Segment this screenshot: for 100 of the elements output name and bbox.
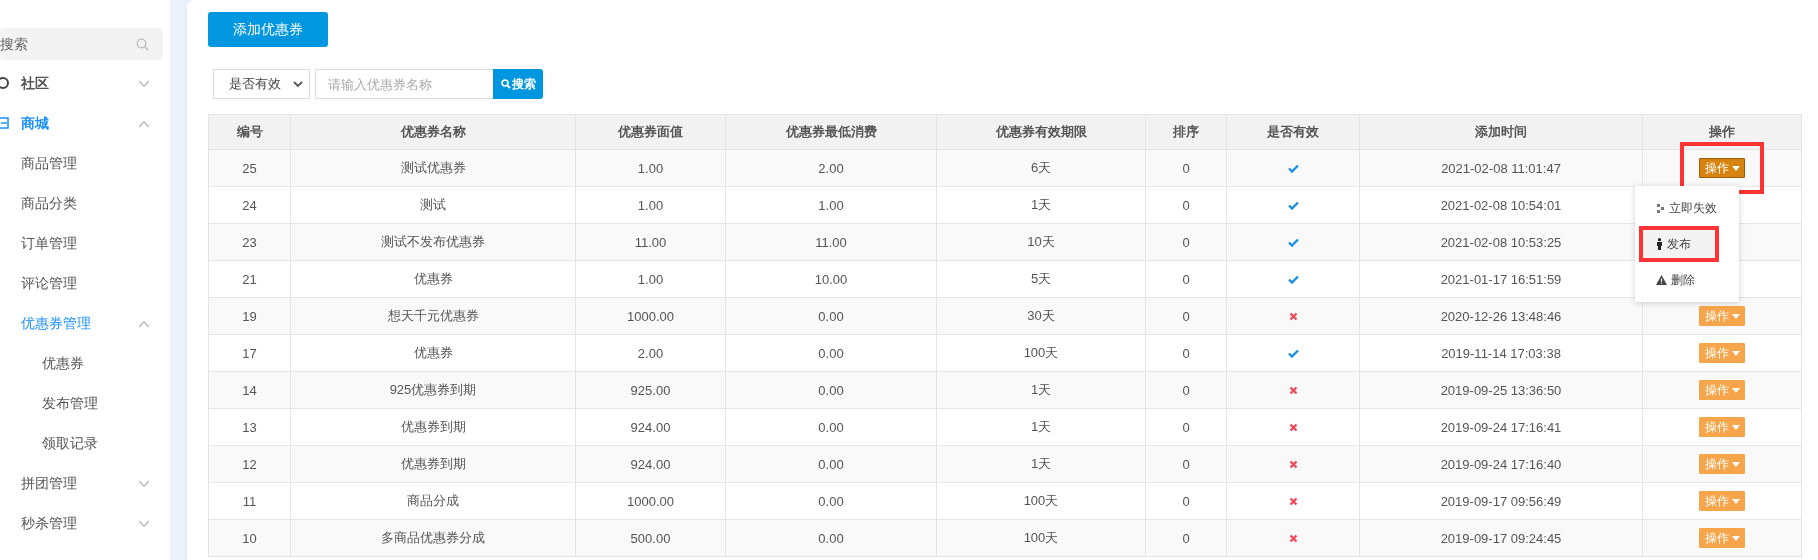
menu-item[interactable]: 发布管理 xyxy=(42,395,98,413)
table-cell: 0.00 xyxy=(725,371,937,409)
table-cell: 0 xyxy=(1145,408,1227,446)
chat-icon xyxy=(0,77,12,89)
menu-item[interactable]: 发布 xyxy=(1639,226,1719,262)
coupon-name-field[interactable]: 请输入优惠券名称 xyxy=(315,69,493,99)
menu-item[interactable]: 秒杀管理 xyxy=(21,515,77,533)
chevron-down-icon[interactable] xyxy=(138,80,150,88)
table-cell: 2019-09-25 13:36:50 xyxy=(1359,371,1643,409)
table-cell: 14 xyxy=(208,371,291,409)
table-cell: 100天 xyxy=(936,519,1146,557)
table-cell: 1.00 xyxy=(725,186,937,224)
table-cell: 2021-02-08 11:01:47 xyxy=(1359,149,1643,187)
validity-select[interactable]: 是否有效 xyxy=(213,69,310,99)
table-cell: 0.00 xyxy=(725,482,937,520)
table-cell: 优惠券 xyxy=(290,260,576,298)
table-cell: 0 xyxy=(1145,334,1227,372)
table-cell: 10.00 xyxy=(725,260,937,298)
caret-icon xyxy=(1732,424,1740,430)
column-header: 是否有效 xyxy=(1226,114,1360,150)
search-field[interactable]: 搜索 xyxy=(0,28,163,60)
puzzle-icon xyxy=(1656,202,1665,214)
menu-item[interactable]: 商品分类 xyxy=(21,195,77,213)
caret-icon xyxy=(1732,535,1740,541)
table-cell: 0 xyxy=(1145,371,1227,409)
search-icon xyxy=(500,79,511,89)
table-cell: 924.00 xyxy=(575,445,726,483)
caret-icon xyxy=(1732,350,1740,356)
table-cell: 30天 xyxy=(936,297,1146,335)
table-cell: 0 xyxy=(1145,297,1227,335)
table-cell: 测试 xyxy=(290,186,576,224)
person-icon xyxy=(1656,238,1663,250)
table-cell: 2020-12-26 13:48:46 xyxy=(1359,297,1643,335)
column-header: 编号 xyxy=(208,114,291,150)
table-cell: 0 xyxy=(1145,482,1227,520)
menu-item[interactable]: 商品管理 xyxy=(21,155,77,173)
table-cell: 11.00 xyxy=(725,223,937,261)
column-header: 优惠券名称 xyxy=(290,114,576,150)
table-cell: 2019-09-17 09:56:49 xyxy=(1359,482,1643,520)
table-cell: 12 xyxy=(208,445,291,483)
table-cell: 100天 xyxy=(936,482,1146,520)
table-cell: 2019-09-24 17:16:40 xyxy=(1359,445,1643,483)
chevron-down-icon[interactable] xyxy=(138,480,150,488)
table-cell: 想天千元优惠券 xyxy=(290,297,576,335)
table-cell: 测试优惠券 xyxy=(290,149,576,187)
table-cell: 优惠券 xyxy=(290,334,576,372)
table-cell: 23 xyxy=(208,223,291,261)
menu-item[interactable]: 优惠券 xyxy=(42,355,84,373)
table-cell: 2019-09-24 17:16:41 xyxy=(1359,408,1643,446)
table-cell: 1.00 xyxy=(575,260,726,298)
column-header: 优惠券有效期限 xyxy=(936,114,1146,150)
menu-item[interactable]: 评论管理 xyxy=(21,275,77,293)
chevron-down-icon[interactable] xyxy=(138,520,150,528)
table-cell: 多商品优惠券分成 xyxy=(290,519,576,557)
menu-item[interactable]: 订单管理 xyxy=(21,235,77,253)
table-cell: 0.00 xyxy=(725,334,937,372)
column-header: 优惠券面值 xyxy=(575,114,726,150)
table-cell: 100天 xyxy=(936,334,1146,372)
table-cell: 10天 xyxy=(936,223,1146,261)
table-cell: 925优惠券到期 xyxy=(290,371,576,409)
table-cell: 19 xyxy=(208,297,291,335)
table-cell: 0 xyxy=(1145,149,1227,187)
table-cell: 500.00 xyxy=(575,519,726,557)
table-cell: 商品分成 xyxy=(290,482,576,520)
table-cell: 1天 xyxy=(936,371,1146,409)
table-cell: 0 xyxy=(1145,519,1227,557)
table-cell: 测试不发布优惠券 xyxy=(290,223,576,261)
caret-icon xyxy=(1732,165,1740,171)
table-cell: 1000.00 xyxy=(575,297,726,335)
table-cell: 1000.00 xyxy=(575,482,726,520)
table-cell: 1天 xyxy=(936,445,1146,483)
column-header: 添加时间 xyxy=(1359,114,1643,150)
table-cell: 25 xyxy=(208,149,291,187)
table-cell: 0 xyxy=(1145,186,1227,224)
table-cell: 0.00 xyxy=(725,519,937,557)
chevron-up-icon[interactable] xyxy=(138,120,150,128)
table-cell: 0.00 xyxy=(725,408,937,446)
table-cell: 2019-11-14 17:03:38 xyxy=(1359,334,1643,372)
chevron-down-icon xyxy=(293,80,303,88)
table-cell: 17 xyxy=(208,334,291,372)
table-cell: 0 xyxy=(1145,445,1227,483)
chevron-up-icon[interactable] xyxy=(138,320,150,328)
table-cell: 1天 xyxy=(936,408,1146,446)
caret-icon xyxy=(1732,498,1740,504)
search-icon xyxy=(136,38,149,51)
warning-icon xyxy=(1656,275,1667,285)
table-cell: 21 xyxy=(208,260,291,298)
table-cell: 优惠券到期 xyxy=(290,408,576,446)
menu-item[interactable]: 领取记录 xyxy=(42,435,98,453)
column-header: 操作 xyxy=(1642,114,1802,150)
table-cell: 1.00 xyxy=(575,186,726,224)
table-cell: 2.00 xyxy=(575,334,726,372)
table-cell: 6天 xyxy=(936,149,1146,187)
table-cell: 5天 xyxy=(936,260,1146,298)
menu-item[interactable]: 拼团管理 xyxy=(21,475,77,493)
menu-item[interactable]: 社区 xyxy=(21,75,49,93)
table-cell: 1.00 xyxy=(575,149,726,187)
table-cell: 2.00 xyxy=(725,149,937,187)
table-cell: 优惠券到期 xyxy=(290,445,576,483)
column-header: 排序 xyxy=(1145,114,1227,150)
